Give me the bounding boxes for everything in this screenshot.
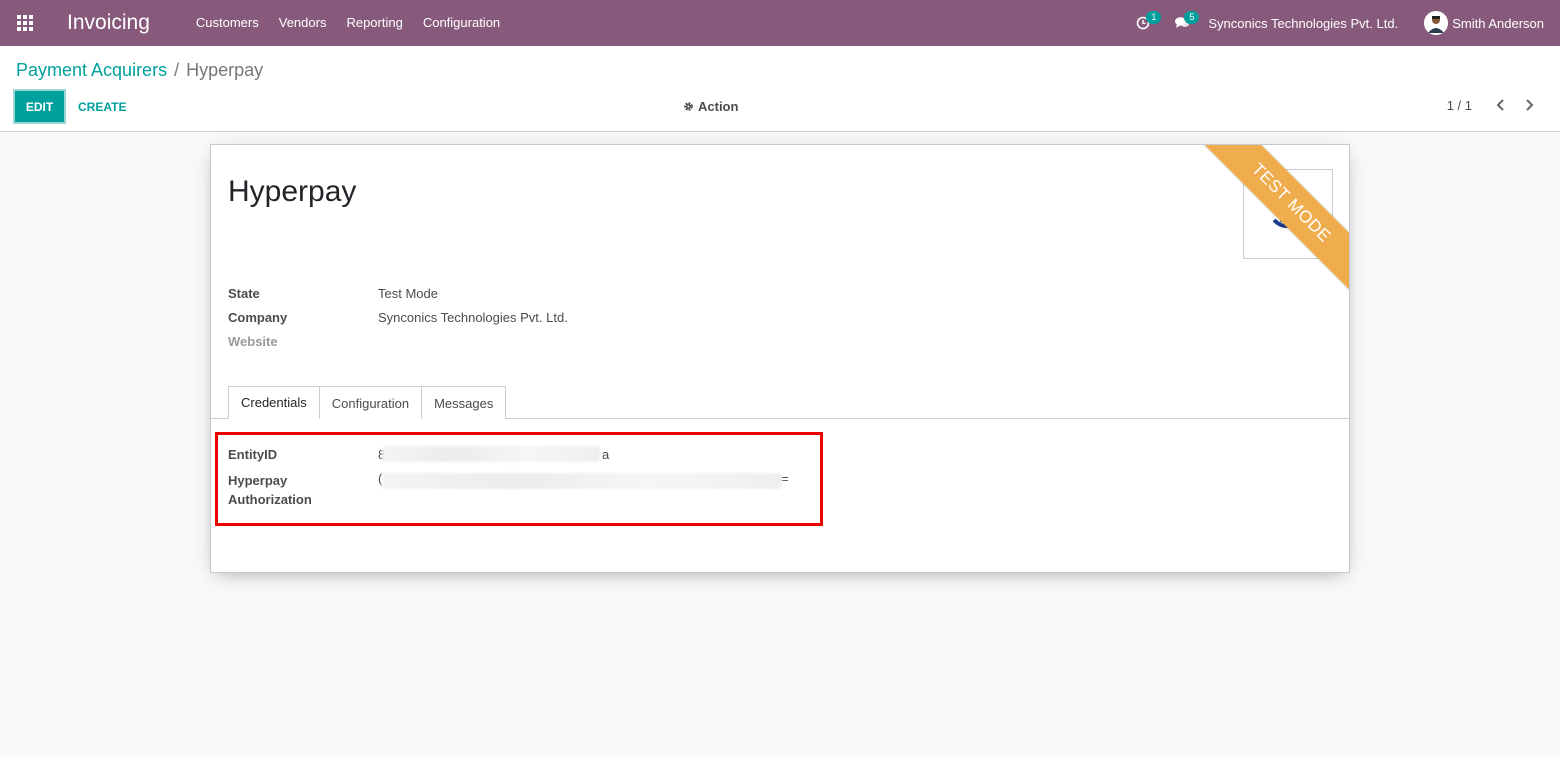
action-dropdown[interactable]: Action [683, 99, 738, 114]
app-title[interactable]: Invoicing [67, 11, 150, 35]
action-label: Action [698, 99, 739, 114]
control-panel: Payment Acquirers / Hyperpay EDIT CREATE… [0, 46, 1560, 132]
redacted-authorization [382, 473, 782, 489]
authorization-label: Hyperpay Authorization [228, 471, 378, 509]
tab-configuration[interactable]: Configuration [318, 386, 423, 419]
authorization-label-line2: Authorization [228, 492, 312, 507]
state-value: Test Mode [378, 286, 438, 301]
apps-grid-icon[interactable] [0, 0, 50, 46]
company-label: Company [228, 310, 288, 325]
menu-item-reporting[interactable]: Reporting [336, 0, 412, 46]
entity-id-suffix: a [602, 447, 610, 462]
activity-badge: 1 [1146, 11, 1162, 24]
systray: 1 5 Synconics Technologies Pvt. Ltd. Smi… [1124, 0, 1560, 46]
user-name: Smith Anderson [1452, 15, 1544, 31]
form-sheet: Hyperpay TEST MODE State Test Mode Compa… [210, 144, 1350, 573]
chevron-left-icon [1496, 99, 1504, 111]
breadcrumb-separator: / [174, 60, 180, 80]
breadcrumb-current: Hyperpay [186, 60, 264, 80]
redacted-entity-id [382, 446, 600, 462]
top-navbar: Invoicing Customers Vendors Reporting Co… [0, 0, 1560, 46]
breadcrumb-parent[interactable]: Payment Acquirers [16, 60, 167, 81]
chevron-right-icon [1526, 99, 1534, 111]
company-value[interactable]: Synconics Technologies Pvt. Ltd. [378, 310, 568, 325]
record-title: Hyperpay [228, 175, 357, 208]
company-switcher[interactable]: Synconics Technologies Pvt. Ltd. [1202, 16, 1412, 31]
avatar [1424, 11, 1449, 35]
user-menu[interactable]: Smith Anderson [1424, 11, 1544, 35]
ribbon-container: TEST MODE [1199, 145, 1349, 295]
notebook-tabs: Credentials Configuration Messages [228, 386, 507, 419]
activity-menu[interactable]: 1 [1124, 0, 1162, 46]
field-company: Company Synconics Technologies Pvt. Ltd. [228, 310, 568, 325]
gear-icon [684, 102, 693, 111]
menu-item-customers[interactable]: Customers [186, 0, 269, 46]
tab-credentials[interactable]: Credentials [228, 386, 320, 419]
menu-item-vendors[interactable]: Vendors [269, 0, 337, 46]
create-button[interactable]: CREATE [70, 91, 134, 122]
website-label: Website [228, 334, 278, 349]
pager-previous-button[interactable] [1492, 96, 1510, 114]
test-mode-ribbon: TEST MODE [1199, 145, 1349, 295]
authorization-suffix: = [781, 471, 789, 486]
field-state: State Test Mode [228, 286, 438, 301]
pager-value[interactable]: 1 / 1 [1447, 98, 1472, 113]
breadcrumb: Payment Acquirers / Hyperpay [16, 60, 263, 81]
menu-item-configuration[interactable]: Configuration [413, 0, 510, 46]
tab-messages[interactable]: Messages [421, 386, 507, 419]
field-website: Website [228, 334, 378, 349]
edit-button[interactable]: EDIT [15, 91, 64, 122]
messages-badge: 5 [1184, 11, 1200, 24]
entity-id-label: EntityID [228, 447, 278, 462]
authorization-label-line1: Hyperpay [228, 473, 288, 488]
main-menu: Customers Vendors Reporting Configuratio… [186, 0, 510, 46]
messages-menu[interactable]: 5 [1162, 0, 1202, 46]
pager-next-button[interactable] [1520, 96, 1538, 114]
state-label: State [228, 286, 260, 301]
